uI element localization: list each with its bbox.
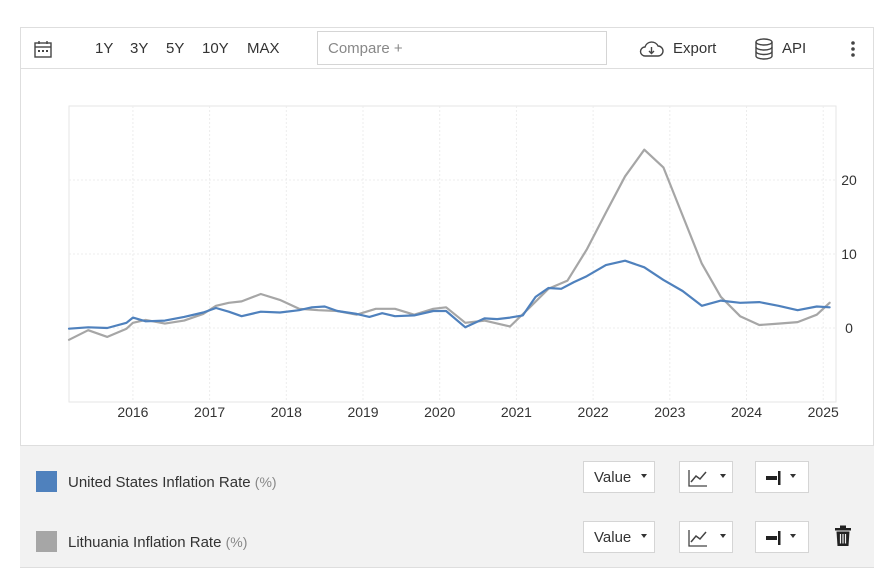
x-tick-label: 2020 xyxy=(424,404,455,420)
y-tick-label: 10 xyxy=(841,246,857,262)
export-label: Export xyxy=(673,40,717,57)
chevron-down-icon xyxy=(641,534,647,538)
series-name: United States Inflation Rate xyxy=(68,474,251,491)
cloud-download-icon xyxy=(639,41,664,57)
chevron-down-icon xyxy=(790,474,796,478)
axis-position-select[interactable] xyxy=(755,521,809,553)
x-tick-label: 2022 xyxy=(578,404,609,420)
range-1y-button[interactable]: 1Y xyxy=(95,40,113,57)
series-unit: (%) xyxy=(225,534,248,550)
inflation-line-chart: 2016 2017 2018 2019 2020 2021 2022 2023 2024 2025… xyxy=(67,105,857,420)
x-tick-label: 2018 xyxy=(271,404,302,420)
x-tick-label: 2025 xyxy=(808,404,839,420)
axis-position-select[interactable] xyxy=(755,461,809,493)
legend-row: United States Inflation Rate (%) Value xyxy=(20,461,874,501)
x-tick-label: 2016 xyxy=(117,404,148,420)
compare-input[interactable] xyxy=(317,31,607,65)
value-select[interactable]: Value xyxy=(583,521,655,553)
y-tick-label: 20 xyxy=(841,172,857,188)
calendar-icon[interactable] xyxy=(33,39,53,59)
api-button[interactable]: API xyxy=(754,38,814,60)
x-tick-label: 2017 xyxy=(194,404,225,420)
chart-toolbar: 1Y 3Y 5Y 10Y MAX Export API xyxy=(20,27,874,69)
range-5y-button[interactable]: 5Y xyxy=(166,40,184,57)
range-10y-button[interactable]: 10Y xyxy=(202,40,229,57)
api-label: API xyxy=(782,40,807,57)
chevron-down-icon xyxy=(720,534,726,538)
range-3y-button[interactable]: 3Y xyxy=(130,40,148,57)
export-button[interactable]: Export xyxy=(639,38,719,60)
series-color-swatch[interactable] xyxy=(36,531,57,552)
chevron-down-icon xyxy=(641,474,647,478)
line-chart-icon xyxy=(688,530,707,547)
series-line-lithuania xyxy=(67,148,831,341)
series-label: Lithuania Inflation Rate (%) xyxy=(68,534,247,551)
chart-type-select[interactable] xyxy=(679,521,733,553)
series-unit: (%) xyxy=(254,474,277,490)
legend-row: Lithuania Inflation Rate (%) Value xyxy=(20,521,874,561)
x-tick-label: 2021 xyxy=(501,404,532,420)
y-tick-label: 0 xyxy=(845,320,853,336)
chart-type-select[interactable] xyxy=(679,461,733,493)
right-axis-icon xyxy=(766,471,781,485)
chevron-down-icon xyxy=(720,474,726,478)
value-select-label: Value xyxy=(594,469,632,486)
series-label: United States Inflation Rate (%) xyxy=(68,474,277,491)
range-max-button[interactable]: MAX xyxy=(247,40,280,57)
plot-area xyxy=(68,105,837,403)
value-select[interactable]: Value xyxy=(583,461,655,493)
x-tick-label: 2023 xyxy=(654,404,685,420)
series-color-swatch[interactable] xyxy=(36,471,57,492)
series-line-united-states xyxy=(67,259,831,330)
chevron-down-icon xyxy=(790,534,796,538)
more-vertical-icon[interactable] xyxy=(849,40,857,58)
trash-icon[interactable] xyxy=(834,525,852,547)
series-name: Lithuania Inflation Rate xyxy=(68,534,222,551)
x-tick-label: 2024 xyxy=(731,404,762,420)
series-legend-panel: United States Inflation Rate (%) Value L… xyxy=(20,445,874,567)
value-select-label: Value xyxy=(594,529,632,546)
x-tick-label: 2019 xyxy=(347,404,378,420)
right-axis-icon xyxy=(766,531,781,545)
line-chart-icon xyxy=(688,470,707,487)
database-icon xyxy=(755,38,773,60)
